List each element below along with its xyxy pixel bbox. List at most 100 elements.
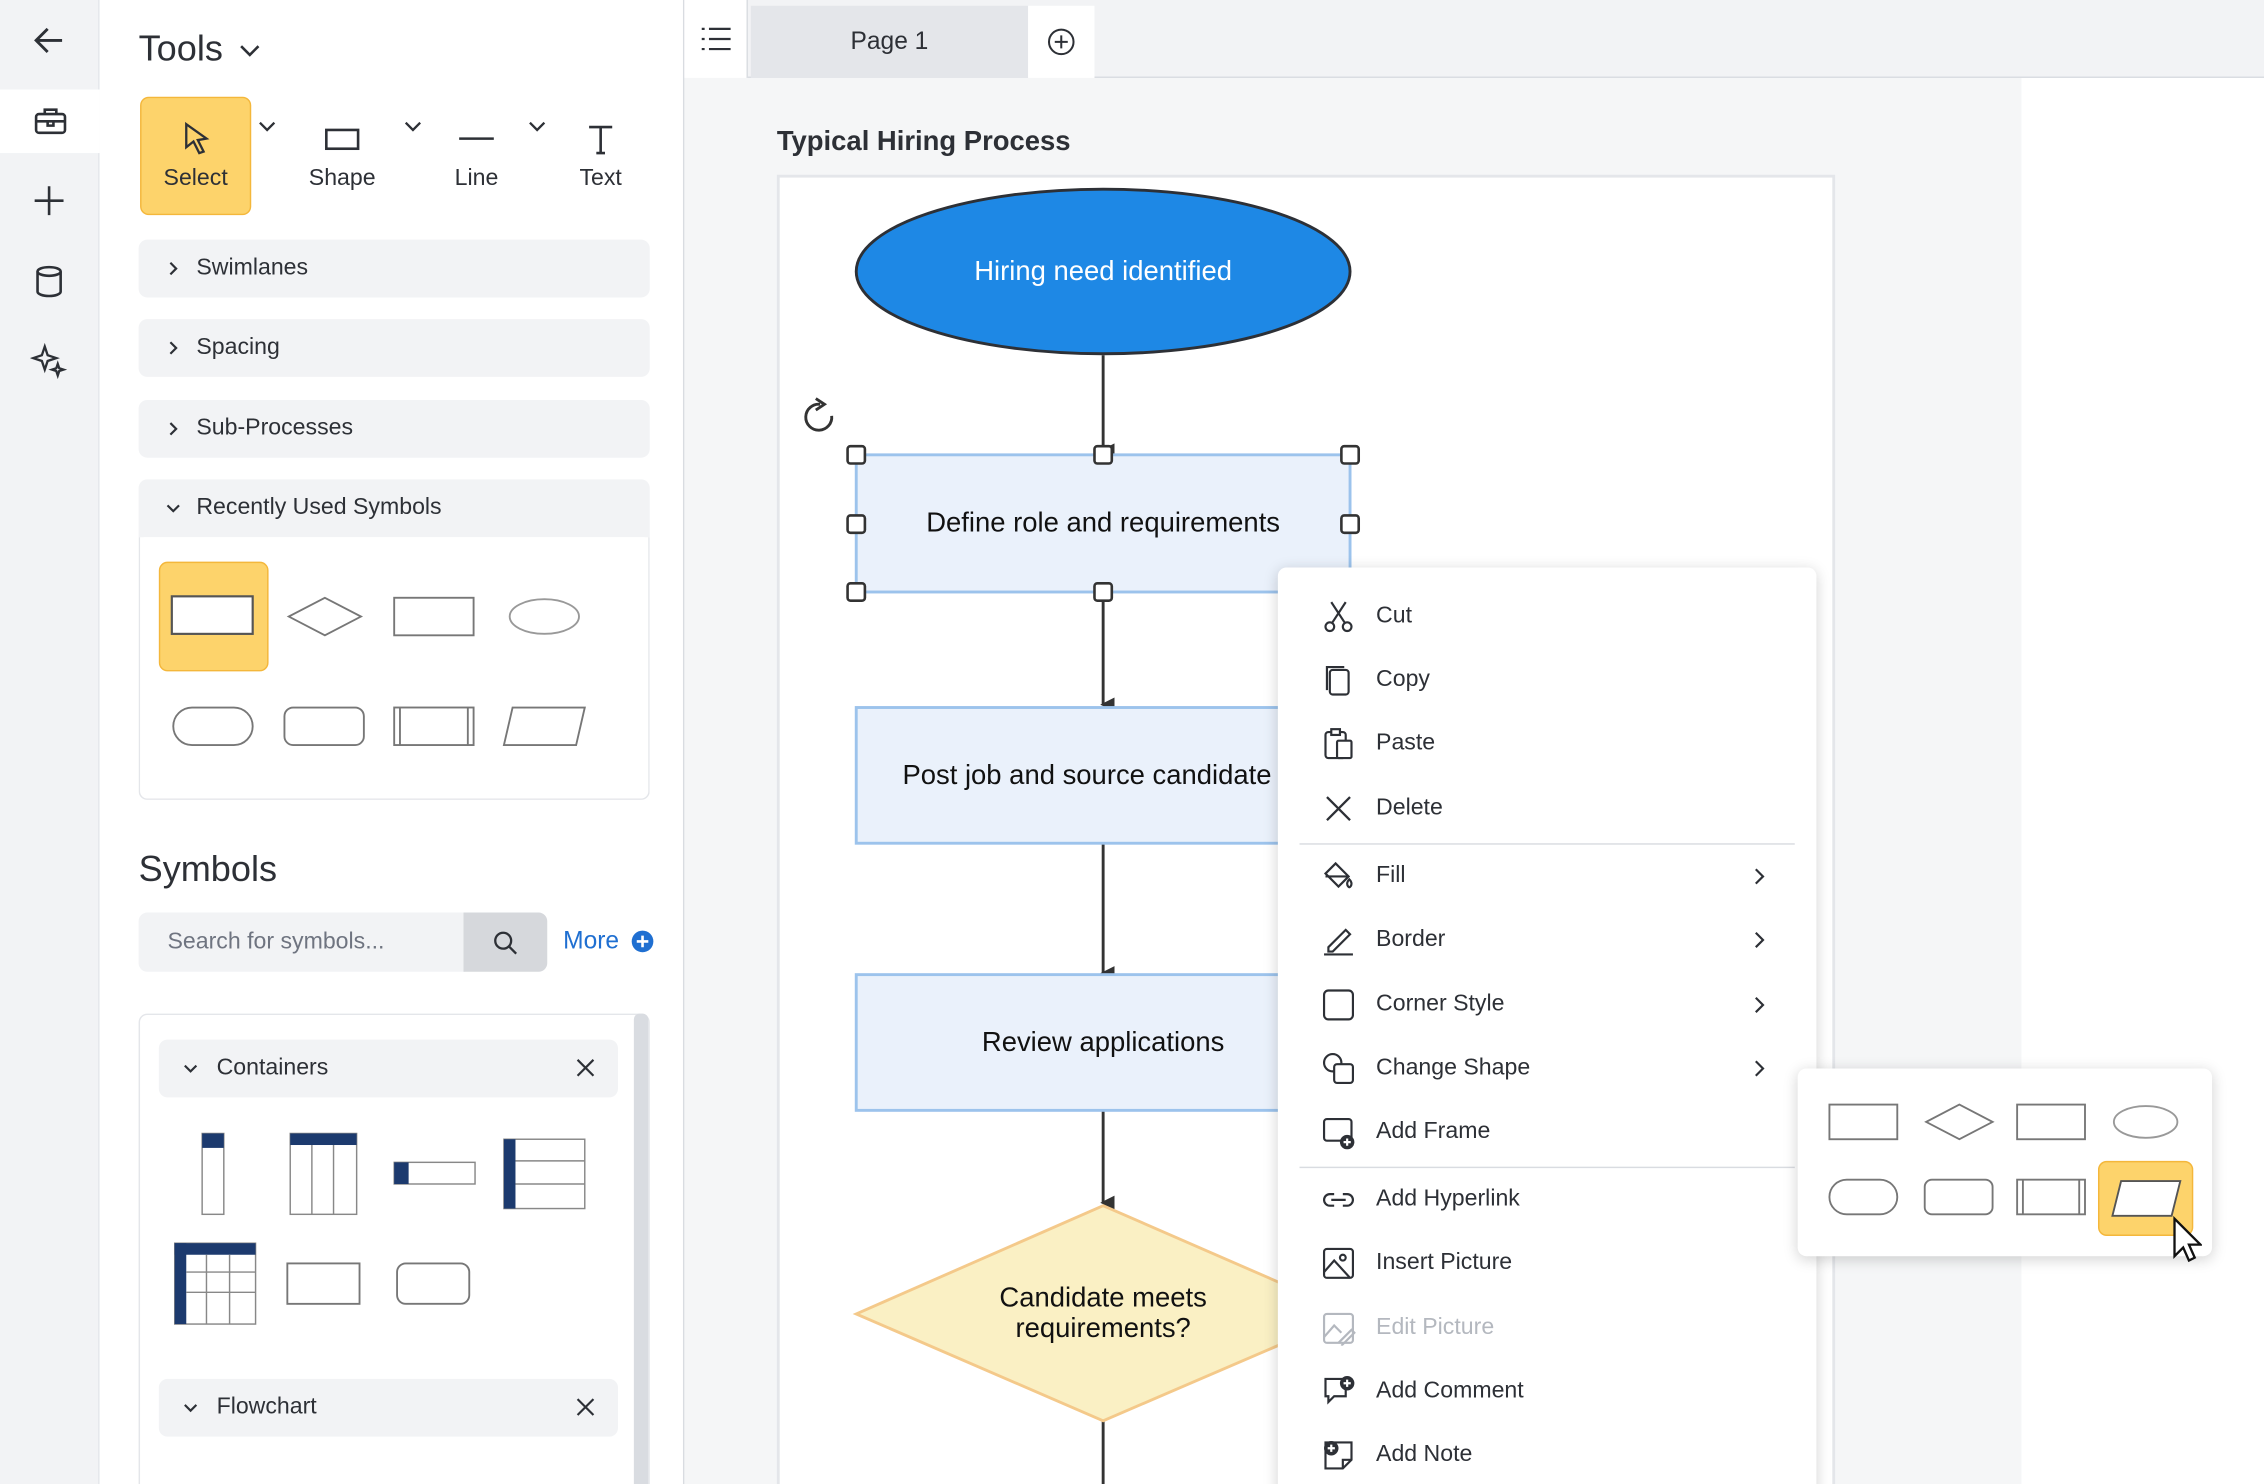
page-tab-bar: Page 1 xyxy=(684,0,2264,78)
symbol-diamond[interactable] xyxy=(270,562,380,672)
shape-option-rounded-rectangle[interactable] xyxy=(1922,1175,1997,1218)
text-icon xyxy=(589,125,613,155)
symbol-rectangle[interactable] xyxy=(158,561,269,672)
search-button[interactable] xyxy=(463,912,548,972)
library-flowchart-header[interactable]: Flowchart xyxy=(158,1378,618,1437)
rotate-icon[interactable] xyxy=(804,397,834,432)
plus-icon[interactable] xyxy=(17,169,81,233)
library-label: Containers xyxy=(216,1055,329,1081)
accordion-spacing[interactable]: Spacing xyxy=(138,319,650,377)
menu-item-paste[interactable]: Paste xyxy=(1278,712,1817,776)
menu-item-copy[interactable]: Copy xyxy=(1278,648,1817,712)
shape-option-rectangle[interactable] xyxy=(2014,1100,2089,1143)
menu-item-label: Paste xyxy=(1376,730,1436,756)
add-page-button[interactable] xyxy=(1028,5,1095,78)
menu-item-corner-style[interactable]: Corner Style xyxy=(1278,973,1817,1037)
menu-item-cut[interactable]: Cut xyxy=(1278,585,1817,649)
menu-item-label: Copy xyxy=(1376,667,1430,692)
library-scrollbar[interactable] xyxy=(633,1013,649,1484)
start-node-label: Hiring need identified xyxy=(974,256,1233,287)
symbol-rounded-container[interactable] xyxy=(394,1261,472,1307)
chevron-right-icon xyxy=(1755,868,1765,885)
symbol-horizontal-container[interactable] xyxy=(391,1159,478,1188)
tool-line[interactable]: Line xyxy=(440,97,512,215)
step1-label: Define role and requirements xyxy=(926,508,1281,539)
symbol-terminator[interactable] xyxy=(159,671,269,781)
shape-option-predefined-process[interactable] xyxy=(2014,1175,2089,1218)
tab-page-1[interactable]: Page 1 xyxy=(750,5,1029,78)
tools-title[interactable]: Tools xyxy=(139,29,264,71)
tools-panel: Tools Select Shape Line Text Swimlanes S… xyxy=(99,0,685,1484)
sparkle-icon[interactable] xyxy=(17,329,81,393)
tool-select[interactable]: Select xyxy=(140,96,252,216)
page-list-button[interactable] xyxy=(684,0,748,78)
symbol-box-container[interactable] xyxy=(284,1261,362,1307)
chevron-right-icon xyxy=(1755,1060,1765,1077)
menu-item-add-comment[interactable]: Add Comment xyxy=(1278,1360,1817,1424)
menu-item-add-hyperlink[interactable]: Add Hyperlink xyxy=(1278,1168,1817,1232)
chevron-right-icon xyxy=(1755,996,1765,1013)
symbol-vertical-container[interactable] xyxy=(198,1131,227,1218)
menu-item-insert-picture[interactable]: Insert Picture xyxy=(1278,1232,1817,1296)
tool-select-label: Select xyxy=(163,166,228,191)
chevron-down-icon xyxy=(184,1404,198,1413)
shape-option-terminator[interactable] xyxy=(1827,1175,1902,1218)
close-icon[interactable] xyxy=(576,1398,595,1417)
icon-rail xyxy=(0,0,100,1484)
chevron-right-icon xyxy=(169,341,178,355)
shape-option-ellipse[interactable] xyxy=(2108,1100,2183,1143)
tool-text[interactable]: Text xyxy=(565,97,637,215)
menu-item-fill[interactable]: Fill xyxy=(1278,845,1817,909)
change-shape-icon xyxy=(1322,1052,1355,1085)
parallelogram-icon xyxy=(2111,1180,2182,1217)
symbol-column-container[interactable] xyxy=(287,1131,359,1218)
more-symbols-link[interactable]: More xyxy=(563,927,654,956)
chevron-down-icon[interactable] xyxy=(401,116,424,139)
database-icon[interactable] xyxy=(17,250,81,314)
x-icon xyxy=(1326,796,1351,821)
chevron-right-icon xyxy=(1755,931,1765,948)
step2-label: Post job and source candidate xyxy=(902,760,1272,791)
menu-item-label: Add Note xyxy=(1376,1442,1473,1468)
tool-shape[interactable]: Shape xyxy=(295,97,390,215)
accordion-recently-used[interactable]: Recently Used Symbols xyxy=(138,479,650,538)
symbol-ellipse[interactable] xyxy=(489,562,599,672)
menu-item-change-shape[interactable]: Change Shape xyxy=(1278,1037,1817,1101)
back-arrow-icon[interactable] xyxy=(17,9,81,73)
library-containers-header[interactable]: Containers xyxy=(158,1039,618,1098)
chevron-down-icon xyxy=(240,44,260,56)
menu-item-edit-picture[interactable]: Edit Picture xyxy=(1278,1297,1817,1361)
symbol-row-container[interactable] xyxy=(501,1136,588,1211)
diagram-title: Typical Hiring Process xyxy=(776,127,1071,158)
symbol-rounded-rectangle[interactable] xyxy=(270,671,380,781)
copy-icon xyxy=(1325,665,1350,696)
symbol-table-container[interactable] xyxy=(172,1240,259,1327)
chevron-right-icon xyxy=(169,422,178,436)
accordion-swimlanes[interactable]: Swimlanes xyxy=(138,239,650,298)
pointer-icon xyxy=(184,121,209,155)
toolbox-icon[interactable] xyxy=(0,89,100,154)
tab-label: Page 1 xyxy=(850,27,929,55)
menu-item-label: Edit Picture xyxy=(1376,1315,1495,1340)
change-shape-submenu xyxy=(1797,1068,2213,1263)
paste-icon xyxy=(1324,728,1353,760)
symbol-parallelogram[interactable] xyxy=(489,671,599,781)
line-icon xyxy=(459,137,494,140)
plus-circle-icon xyxy=(631,930,653,953)
corner-square-icon xyxy=(1322,989,1355,1021)
chevron-down-icon[interactable] xyxy=(526,116,549,139)
menu-item-delete[interactable]: Delete xyxy=(1278,777,1817,841)
shape-option-rectangle[interactable] xyxy=(1827,1100,1902,1143)
symbol-predefined-process[interactable] xyxy=(380,671,490,781)
chevron-down-icon[interactable] xyxy=(256,116,279,139)
menu-item-label: Cut xyxy=(1376,603,1412,629)
accordion-sub-processes[interactable]: Sub-Processes xyxy=(138,399,650,458)
close-icon[interactable] xyxy=(576,1058,595,1077)
symbol-rectangle[interactable] xyxy=(380,562,490,672)
menu-item-add-frame[interactable]: Add Frame xyxy=(1278,1100,1817,1164)
rectangle-icon xyxy=(325,128,360,151)
symbol-search-input[interactable] xyxy=(138,912,465,972)
shape-option-diamond[interactable] xyxy=(1922,1100,1997,1143)
menu-item-border[interactable]: Border xyxy=(1278,908,1817,972)
menu-item-add-note[interactable]: Add Note xyxy=(1278,1424,1817,1484)
